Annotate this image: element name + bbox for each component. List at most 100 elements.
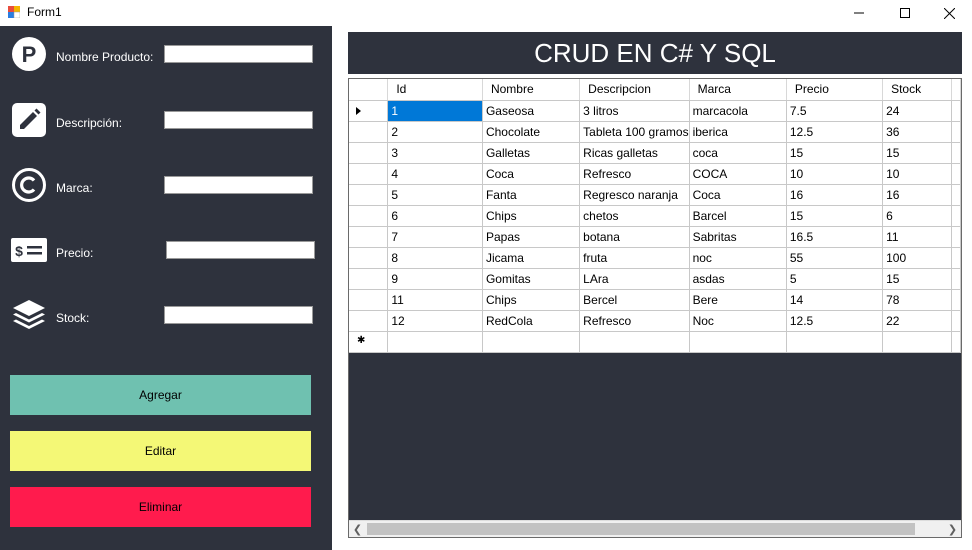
table-cell[interactable]: [579, 331, 690, 353]
row-header[interactable]: [349, 268, 389, 290]
delete-button[interactable]: Eliminar: [10, 487, 311, 527]
table-cell[interactable]: Papas: [482, 226, 581, 248]
table-cell[interactable]: 78: [882, 289, 952, 311]
table-cell[interactable]: 3: [387, 142, 483, 164]
scroll-right-icon[interactable]: ❯: [944, 521, 961, 537]
row-header[interactable]: [349, 163, 389, 185]
table-row[interactable]: 4 Coca Refresco COCA 10 10: [349, 163, 961, 185]
column-header[interactable]: Id: [387, 79, 483, 101]
row-header-corner[interactable]: [349, 79, 389, 101]
row-header[interactable]: [349, 100, 389, 122]
stock-input[interactable]: [164, 306, 313, 324]
table-cell[interactable]: 16.5: [786, 226, 884, 248]
table-cell[interactable]: 11: [387, 289, 483, 311]
table-cell[interactable]: 12: [387, 310, 483, 332]
table-cell[interactable]: 1: [387, 100, 483, 122]
table-cell[interactable]: [387, 331, 483, 353]
table-cell[interactable]: 100: [882, 247, 952, 269]
table-cell[interactable]: RedCola: [482, 310, 581, 332]
column-header[interactable]: Precio: [786, 79, 884, 101]
table-cell[interactable]: 5: [786, 268, 884, 290]
table-cell[interactable]: Coca: [482, 163, 581, 185]
add-button[interactable]: Agregar: [10, 375, 311, 415]
row-header[interactable]: [349, 226, 389, 248]
row-header[interactable]: [349, 121, 389, 143]
close-button[interactable]: [926, 0, 972, 26]
table-cell[interactable]: Barcel: [689, 205, 787, 227]
scroll-left-icon[interactable]: ❮: [349, 521, 366, 537]
table-cell[interactable]: [689, 331, 787, 353]
table-cell[interactable]: marcacola: [689, 100, 787, 122]
horizontal-scrollbar[interactable]: ❮ ❯: [349, 520, 961, 537]
table-cell[interactable]: 2: [387, 121, 483, 143]
table-cell[interactable]: fruta: [579, 247, 690, 269]
table-cell[interactable]: 4: [387, 163, 483, 185]
table-cell[interactable]: 16: [882, 184, 952, 206]
table-cell[interactable]: Gaseosa: [482, 100, 581, 122]
table-cell[interactable]: Gomitas: [482, 268, 581, 290]
table-cell[interactable]: Refresco: [579, 310, 690, 332]
marca-input[interactable]: [164, 176, 313, 194]
row-header[interactable]: [349, 184, 389, 206]
table-cell[interactable]: 12.5: [786, 121, 884, 143]
table-cell[interactable]: 15: [786, 142, 884, 164]
table-cell[interactable]: asdas: [689, 268, 787, 290]
table-cell[interactable]: 14: [786, 289, 884, 311]
table-cell[interactable]: Ricas galletas: [579, 142, 690, 164]
table-cell[interactable]: Refresco: [579, 163, 690, 185]
table-cell[interactable]: 5: [387, 184, 483, 206]
row-header[interactable]: [349, 289, 389, 311]
table-cell[interactable]: 7: [387, 226, 483, 248]
new-row[interactable]: ✱: [349, 331, 961, 353]
column-header[interactable]: Nombre: [482, 79, 581, 101]
table-cell[interactable]: 11: [882, 226, 952, 248]
table-row[interactable]: 8 Jicama fruta noc 55 100: [349, 247, 961, 269]
table-cell[interactable]: Coca: [689, 184, 787, 206]
row-header[interactable]: [349, 310, 389, 332]
table-row[interactable]: 6 Chips chetos Barcel 15 6: [349, 205, 961, 227]
table-cell[interactable]: Sabritas: [689, 226, 787, 248]
table-cell[interactable]: 15: [786, 205, 884, 227]
minimize-button[interactable]: [836, 0, 882, 26]
nombre-input[interactable]: [164, 45, 313, 63]
row-header[interactable]: [349, 247, 389, 269]
table-cell[interactable]: Regresco naranja: [579, 184, 690, 206]
edit-button[interactable]: Editar: [10, 431, 311, 471]
table-cell[interactable]: Chips: [482, 289, 581, 311]
table-row[interactable]: 2 Chocolate Tableta 100 gramos iberica 12.5 3…: [349, 121, 961, 143]
table-cell[interactable]: 10: [882, 163, 952, 185]
products-grid[interactable]: Id Nombre Descripcion Marca Precio Stock 1 Gas…: [348, 78, 962, 538]
descripcion-input[interactable]: [164, 111, 313, 129]
table-cell[interactable]: 55: [786, 247, 884, 269]
table-cell[interactable]: 8: [387, 247, 483, 269]
table-row[interactable]: 7 Papas botana Sabritas 16.5 11: [349, 226, 961, 248]
table-cell[interactable]: Fanta: [482, 184, 581, 206]
table-row[interactable]: 11 Chips Bercel Bere 14 78: [349, 289, 961, 311]
table-cell[interactable]: 24: [882, 100, 952, 122]
column-header[interactable]: Marca: [689, 79, 787, 101]
table-cell[interactable]: Noc: [689, 310, 787, 332]
row-header[interactable]: [349, 205, 389, 227]
table-cell[interactable]: 36: [882, 121, 952, 143]
table-cell[interactable]: botana: [579, 226, 690, 248]
table-cell[interactable]: COCA: [689, 163, 787, 185]
maximize-button[interactable]: [882, 0, 928, 26]
table-cell[interactable]: [786, 331, 884, 353]
column-header[interactable]: Stock: [882, 79, 952, 101]
precio-input[interactable]: [166, 241, 315, 259]
table-cell[interactable]: Bere: [689, 289, 787, 311]
table-row[interactable]: 1 Gaseosa 3 litros marcacola 7.5 24: [349, 100, 961, 122]
table-cell[interactable]: 9: [387, 268, 483, 290]
table-row[interactable]: 9 Gomitas LAra asdas 5 15: [349, 268, 961, 290]
row-header[interactable]: ✱: [349, 331, 389, 353]
table-cell[interactable]: 15: [882, 268, 952, 290]
table-row[interactable]: 5 Fanta Regresco naranja Coca 16 16: [349, 184, 961, 206]
table-cell[interactable]: noc: [689, 247, 787, 269]
table-cell[interactable]: Tableta 100 gramos: [579, 121, 690, 143]
table-cell[interactable]: Jicama: [482, 247, 581, 269]
row-header[interactable]: [349, 142, 389, 164]
table-row[interactable]: 3 Galletas Ricas galletas coca 15 15: [349, 142, 961, 164]
table-cell[interactable]: 6: [882, 205, 952, 227]
table-cell[interactable]: chetos: [579, 205, 690, 227]
table-cell[interactable]: Bercel: [579, 289, 690, 311]
